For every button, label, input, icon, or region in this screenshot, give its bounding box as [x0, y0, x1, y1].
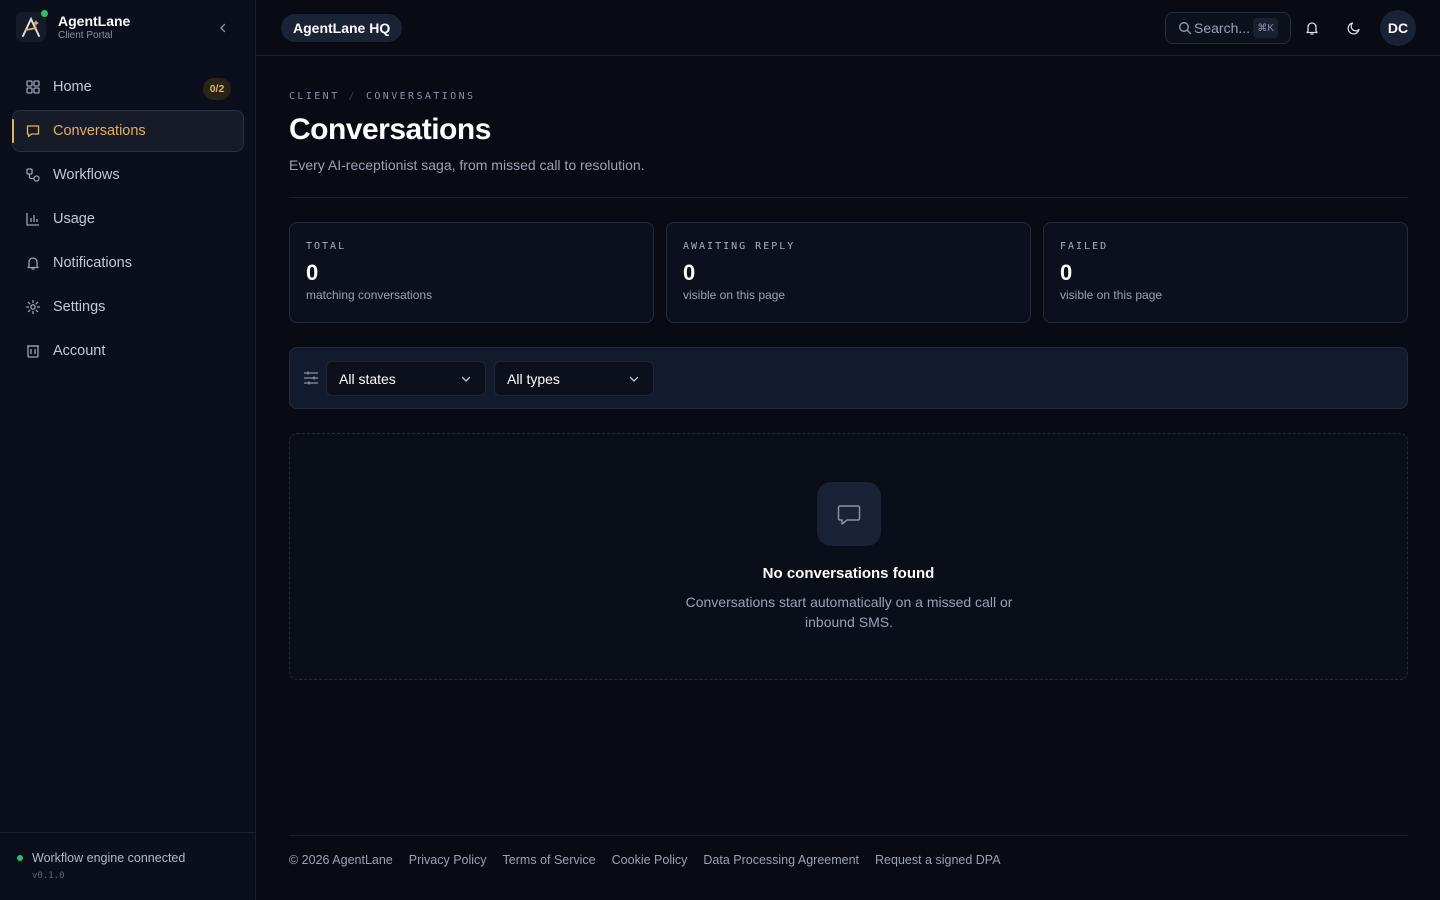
online-dot: [41, 10, 48, 17]
copyright: © 2026 AgentLane: [289, 853, 393, 867]
footer-link-request-dpa[interactable]: Request a signed DPA: [875, 853, 1001, 867]
bell-icon: [1306, 22, 1318, 35]
stat-value: 0: [1060, 260, 1073, 285]
search-icon: [1178, 21, 1192, 35]
type-filter-select[interactable]: All types: [494, 361, 654, 396]
sidebar-item-label: Home: [53, 79, 92, 95]
breadcrumb: CLIENT / CONVERSATIONS: [289, 91, 475, 102]
chevron-down-icon: [627, 372, 641, 386]
stat-hint: matching conversations: [306, 288, 433, 302]
search-button[interactable]: Search... ⌘K: [1165, 12, 1291, 44]
sidebar-item-workflows[interactable]: Workflows: [12, 154, 244, 196]
stats-row: TOTAL 0 matching conversations AWAITING …: [289, 222, 1408, 323]
sidebar-item-account[interactable]: Account: [12, 330, 244, 372]
filter-bar: All states All types: [289, 347, 1408, 409]
sidebar-item-label: Workflows: [53, 167, 120, 183]
collapse-sidebar-button[interactable]: [214, 19, 232, 37]
sidebar-item-home[interactable]: Home 0/2: [12, 66, 244, 108]
search-placeholder: Search...: [1194, 20, 1251, 36]
stat-label: FAILED: [1060, 241, 1109, 252]
chat-icon: [25, 123, 41, 139]
sidebar-item-label: Settings: [53, 299, 106, 315]
grid-icon: [25, 79, 41, 95]
bar-chart-icon: [25, 211, 41, 227]
empty-state-title: No conversations found: [762, 565, 935, 582]
building-icon: [25, 343, 41, 359]
sidebar-item-label: Account: [53, 343, 106, 359]
breadcrumb-separator: /: [348, 91, 357, 102]
empty-state: No conversations found Conversations sta…: [289, 433, 1408, 680]
workflow-icon: [25, 167, 41, 183]
theme-toggle-button[interactable]: [1345, 19, 1363, 37]
moon-icon: [1347, 22, 1360, 35]
gear-icon: [25, 299, 41, 315]
page-title: Conversations: [289, 113, 491, 146]
sidebar-item-conversations[interactable]: Conversations: [12, 110, 244, 152]
workspace-switcher[interactable]: AgentLane HQ: [281, 14, 403, 42]
stat-hint: visible on this page: [1060, 288, 1163, 302]
chevron-down-icon: [459, 372, 473, 386]
bell-icon: [25, 255, 41, 271]
sidebar-item-label: Notifications: [53, 255, 132, 271]
page-footer: © 2026 AgentLane Privacy Policy Terms of…: [289, 835, 1408, 900]
select-value: All states: [339, 370, 396, 387]
brand-subtitle: Client Portal: [58, 29, 113, 41]
notifications-button[interactable]: [1303, 19, 1321, 37]
logo-mark-icon: [22, 16, 40, 37]
chat-icon: [817, 482, 881, 546]
status-dot: [17, 855, 23, 861]
stat-value: 0: [683, 260, 696, 285]
version-label: v0.1.0: [32, 871, 65, 881]
sidebar-footer: Workflow engine connected v0.1.0: [0, 832, 256, 900]
stat-label: TOTAL: [306, 241, 347, 252]
stat-card-total: TOTAL 0 matching conversations: [289, 222, 654, 323]
footer-link-terms[interactable]: Terms of Service: [503, 853, 596, 867]
breadcrumb-item[interactable]: CLIENT: [289, 91, 340, 102]
sidebar-item-usage[interactable]: Usage: [12, 198, 244, 240]
stat-label: AWAITING REPLY: [683, 241, 796, 252]
search-shortcut: ⌘K: [1253, 18, 1278, 38]
sidebar-item-label: Usage: [53, 211, 95, 227]
sliders-icon: [302, 369, 320, 387]
progress-badge: 0/2: [203, 78, 231, 100]
sidebar: AgentLane Client Portal Home 0/2 Convers…: [0, 0, 256, 900]
brand[interactable]: AgentLane Client Portal: [16, 10, 131, 42]
sidebar-item-settings[interactable]: Settings: [12, 286, 244, 328]
brand-name: AgentLane: [58, 12, 131, 29]
stat-card-failed: FAILED 0 visible on this page: [1043, 222, 1408, 323]
divider: [289, 197, 1408, 198]
topbar: AgentLane HQ Search... ⌘K DC: [256, 0, 1440, 56]
stat-card-awaiting-reply: AWAITING REPLY 0 visible on this page: [666, 222, 1031, 323]
empty-state-description: Conversations start automatically on a m…: [685, 594, 1013, 630]
breadcrumb-item: CONVERSATIONS: [365, 91, 476, 102]
sidebar-nav: Home 0/2 Conversations Workflows Usage N…: [12, 66, 244, 374]
stat-hint: visible on this page: [683, 288, 786, 302]
stat-value: 0: [306, 260, 319, 285]
select-value: All types: [507, 370, 560, 387]
sidebar-item-notifications[interactable]: Notifications: [12, 242, 244, 284]
footer-links: © 2026 AgentLane Privacy Policy Terms of…: [289, 853, 1017, 867]
page-subtitle: Every AI-receptionist saga, from missed …: [289, 157, 645, 173]
status-text: Workflow engine connected: [32, 851, 186, 865]
footer-link-privacy[interactable]: Privacy Policy: [409, 853, 487, 867]
sidebar-item-label: Conversations: [53, 123, 146, 139]
user-avatar[interactable]: DC: [1380, 10, 1416, 46]
footer-link-dpa[interactable]: Data Processing Agreement: [703, 853, 859, 867]
state-filter-select[interactable]: All states: [326, 361, 486, 396]
connection-status: Workflow engine connected: [17, 851, 185, 865]
footer-link-cookies[interactable]: Cookie Policy: [612, 853, 688, 867]
logo: [16, 10, 48, 42]
chevron-left-icon: [220, 23, 226, 33]
